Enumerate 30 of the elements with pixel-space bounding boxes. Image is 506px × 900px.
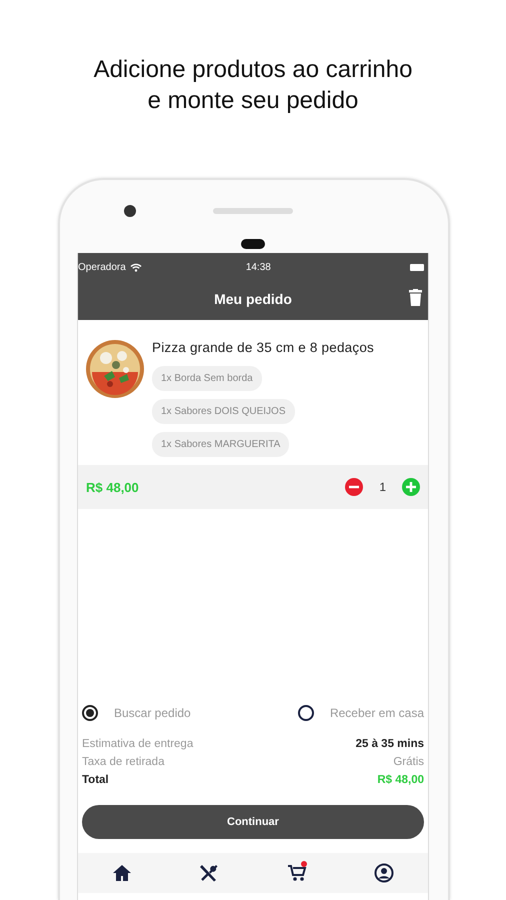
- caption-line: Adicione produtos ao carrinho: [94, 55, 412, 85]
- item-price: R$ 48,00: [86, 478, 139, 496]
- radio-label: Buscar pedido: [114, 705, 191, 722]
- radio-label: Receber em casa: [330, 705, 424, 722]
- trash-icon[interactable]: [409, 289, 422, 306]
- quantity-text: 1: [379, 479, 386, 496]
- cart-icon[interactable]: [286, 861, 308, 884]
- summary-label: Estimativa de entrega: [82, 737, 194, 752]
- wifi-icon: [130, 262, 142, 272]
- summary-label: Taxa de retirada: [82, 755, 164, 770]
- summary-value: Grátis: [393, 755, 424, 770]
- profile-icon[interactable]: [373, 861, 396, 884]
- notch: [241, 239, 265, 249]
- minus-icon[interactable]: [345, 478, 364, 496]
- carrier-text: Operadora: [78, 260, 126, 274]
- radio-button[interactable]: [82, 705, 98, 722]
- continue-button[interactable]: Continuar: [82, 805, 424, 840]
- summary-value: 25 à 35 mins: [356, 737, 424, 752]
- option-tag: 1x Sabores MARGUERITA: [152, 432, 290, 458]
- caption-line: e monte seu pedido: [148, 86, 358, 116]
- clock-text: 14:38: [246, 260, 271, 274]
- camera-dot: [124, 205, 136, 217]
- option-tag: 1x Sabores DOIS QUEIJOS: [152, 399, 294, 424]
- product-name: Pizza grande de 35 cm e 8 pedaços: [152, 339, 374, 357]
- summary-value: R$ 48,00: [377, 773, 424, 788]
- option-tag: 1x Borda Sem borda: [152, 366, 262, 392]
- summary-label: Total: [82, 773, 109, 788]
- battery-icon: [410, 264, 424, 270]
- header-title: Meu pedido: [214, 290, 292, 309]
- radio-button[interactable]: [298, 705, 314, 722]
